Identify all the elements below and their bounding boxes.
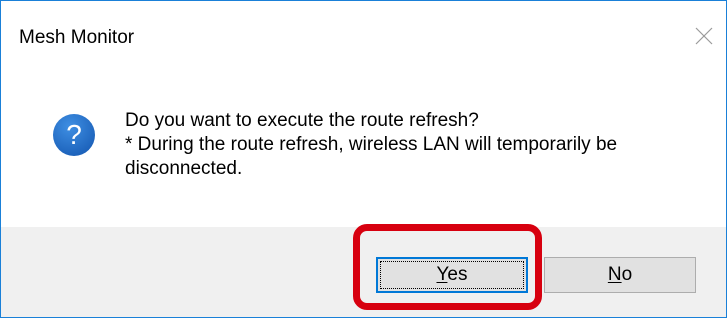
message-dialog: Mesh Monitor ? Do you want to execute th… [0, 0, 727, 318]
button-bar: Yes No [1, 227, 726, 317]
title-bar[interactable]: Mesh Monitor [1, 1, 726, 57]
window-title: Mesh Monitor [19, 27, 135, 48]
dialog-content: ? Do you want to execute the route refre… [1, 57, 726, 227]
question-icon: ? [53, 114, 95, 156]
close-icon [695, 27, 713, 45]
no-button[interactable]: No [544, 257, 696, 293]
message-line-3: disconnected. [125, 158, 243, 179]
message-text: Do you want to execute the route refresh… [125, 109, 695, 181]
no-label-rest: o [621, 264, 633, 285]
message-line-2: * During the route refresh, wireless LAN… [125, 134, 618, 155]
no-button-label: No [608, 264, 632, 285]
yes-button[interactable]: Yes [376, 257, 528, 293]
yes-label-rest: es [447, 264, 468, 285]
close-button[interactable] [684, 15, 726, 57]
message-line-1: Do you want to execute the route refresh… [125, 110, 479, 131]
yes-button-label: Yes [436, 264, 467, 285]
no-mnemonic: N [607, 264, 622, 285]
yes-mnemonic: Y [436, 264, 448, 285]
question-glyph: ? [66, 119, 82, 150]
